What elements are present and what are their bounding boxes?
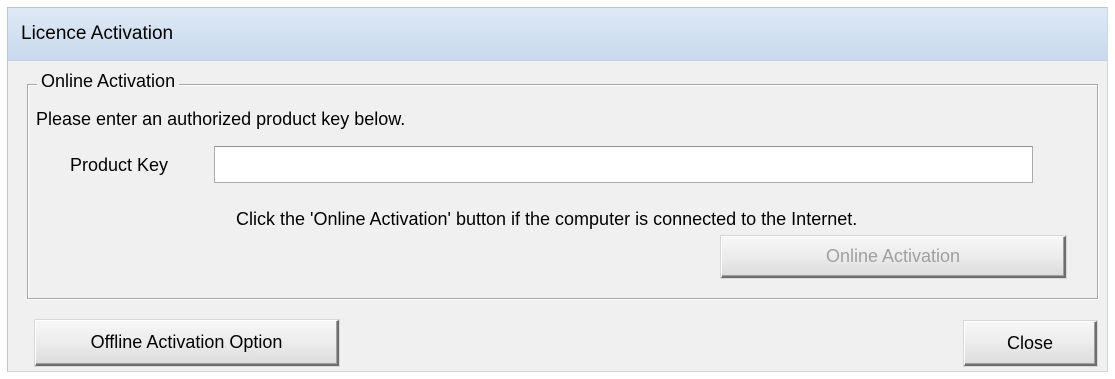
instruction-text: Please enter an authorized product key b… xyxy=(36,109,406,129)
offline-activation-option-button[interactable]: Offline Activation Option xyxy=(35,320,339,366)
product-key-label: Product Key xyxy=(70,155,169,175)
window-title: Licence Activation xyxy=(21,23,174,44)
online-activation-hint: Click the 'Online Activation' button if … xyxy=(236,209,858,229)
title-bar: Licence Activation xyxy=(8,8,1107,61)
licence-activation-window: Licence Activation Online Activation Ple… xyxy=(7,7,1108,372)
online-activation-button[interactable]: Online Activation xyxy=(721,236,1066,278)
online-activation-legend: Online Activation xyxy=(37,71,180,92)
close-button[interactable]: Close xyxy=(964,321,1097,366)
product-key-input[interactable] xyxy=(214,146,1033,183)
